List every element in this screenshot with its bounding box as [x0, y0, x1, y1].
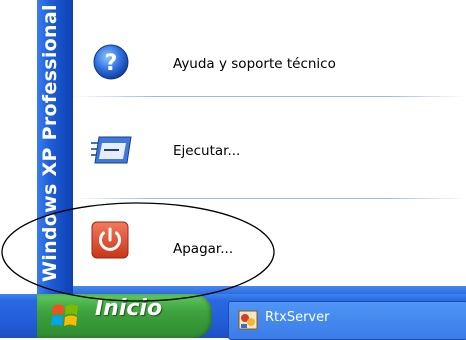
- run-icon: [91, 136, 132, 164]
- menu-item-help[interactable]: ? Ayuda y soporte técnico: [73, 40, 466, 96]
- menu-item-label: Ayuda y soporte técnico: [173, 56, 336, 72]
- start-menu-footer: [73, 286, 466, 294]
- windows-logo-icon: [51, 304, 78, 326]
- taskbar-button-rtxserver[interactable]: RtxServer: [228, 301, 466, 340]
- menu-item-label: Ejecutar...: [173, 143, 241, 159]
- help-icon: ?: [93, 44, 129, 80]
- menu-item-run[interactable]: Ejecutar...: [73, 127, 466, 183]
- menu-divider: [73, 198, 466, 199]
- start-button[interactable]: Inicio: [37, 294, 212, 338]
- power-icon: [91, 221, 129, 259]
- taskbar-button-label: RtxServer: [265, 310, 330, 325]
- desktop-edge: [0, 0, 37, 294]
- svg-text:?: ?: [105, 51, 118, 76]
- menu-item-label: Apagar...: [173, 241, 234, 257]
- sidebar-branding: Windows XP Professional: [37, 0, 73, 294]
- menu-item-shutdown[interactable]: Apagar...: [73, 214, 466, 270]
- start-label: Inicio: [95, 296, 163, 321]
- sidebar-label: Windows XP Professional: [39, 4, 61, 282]
- menu-divider: [73, 96, 466, 97]
- rtxserver-icon: [238, 310, 258, 330]
